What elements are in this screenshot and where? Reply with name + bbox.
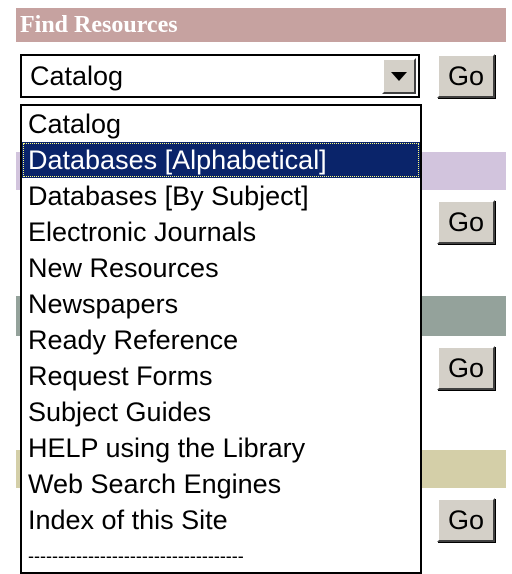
resource-select[interactable]: Catalog: [20, 54, 420, 98]
dropdown-option-separator: ------------------------------------: [28, 546, 244, 566]
chevron-down-icon: [391, 71, 407, 81]
dropdown-option-newspapers[interactable]: Newspapers: [22, 286, 420, 322]
dropdown-option-new-resources[interactable]: New Resources: [22, 250, 420, 286]
go-button-4[interactable]: Go: [437, 498, 495, 542]
dropdown-option-web-search-engines[interactable]: Web Search Engines: [22, 466, 420, 502]
find-resources-header: Find Resources: [16, 8, 506, 42]
resource-select-value: Catalog: [30, 61, 124, 91]
go-button-2[interactable]: Go: [437, 200, 495, 244]
dropdown-option-databases-by-subject[interactable]: Databases [By Subject]: [22, 178, 420, 214]
go-button-3[interactable]: Go: [437, 346, 495, 390]
dropdown-option-subject-guides[interactable]: Subject Guides: [22, 394, 420, 430]
dropdown-option-databases-alphabetical[interactable]: Databases [Alphabetical]: [22, 142, 420, 178]
dropdown-option-request-forms[interactable]: Request Forms: [22, 358, 420, 394]
find-resources-title: Find Resources: [20, 12, 178, 38]
dropdown-arrow-button[interactable]: [382, 58, 416, 94]
go-button-1[interactable]: Go: [437, 54, 495, 98]
dropdown-option-catalog[interactable]: Catalog: [22, 106, 420, 142]
dropdown-option-index-of-site[interactable]: Index of this Site: [22, 502, 420, 538]
dropdown-option-ready-reference[interactable]: Ready Reference: [22, 322, 420, 358]
dropdown-option-electronic-journals[interactable]: Electronic Journals: [22, 214, 420, 250]
dropdown-option-help-library[interactable]: HELP using the Library: [22, 430, 420, 466]
resource-dropdown-list[interactable]: Catalog Databases [Alphabetical] Databas…: [20, 104, 422, 574]
